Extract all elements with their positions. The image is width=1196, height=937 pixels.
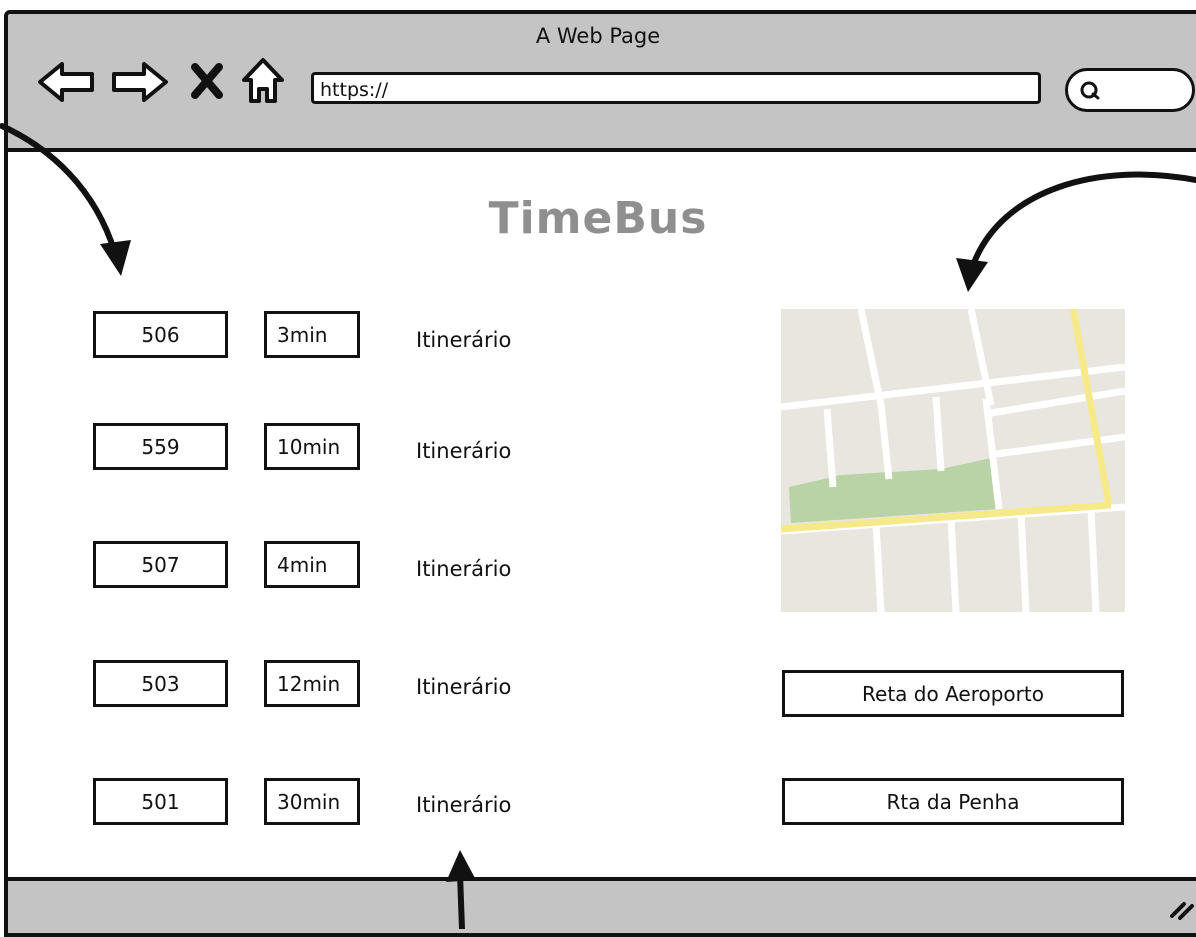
window-title: A Web Page [535,24,661,48]
itinerary-link[interactable]: Itinerário [416,436,511,466]
eta-badge: 12min [264,660,360,707]
eta-badge: 30min [264,778,360,825]
route-button[interactable]: 503 [93,660,228,707]
route-button[interactable]: 506 [93,311,228,358]
arrow-left-icon[interactable] [36,60,98,104]
route-button[interactable]: 501 [93,778,228,825]
route-button[interactable]: 507 [93,541,228,588]
annotation-arrow-icon [0,118,140,278]
close-icon[interactable] [190,62,224,100]
eta-badge: 10min [264,423,360,470]
itinerary-link[interactable]: Itinerário [416,554,511,584]
itinerary-link[interactable]: Itinerário [416,325,511,355]
resize-grip-icon[interactable] [1168,896,1194,920]
home-icon[interactable] [240,56,286,106]
annotation-arrow-icon [950,168,1196,298]
map[interactable] [781,309,1125,612]
itinerary-link[interactable]: Itinerário [416,672,511,702]
eta-badge: 3min [264,311,360,358]
annotation-arrow-icon [438,846,484,929]
eta-badge: 4min [264,541,360,588]
stop-button[interactable]: Rta da Penha [782,778,1124,825]
stop-button[interactable]: Reta do Aeroporto [782,670,1124,717]
url-input[interactable]: https:// [311,72,1041,104]
route-button[interactable]: 559 [93,423,228,470]
search-icon[interactable] [1079,80,1103,102]
arrow-right-icon[interactable] [108,60,170,104]
status-bar [4,877,1196,937]
itinerary-link[interactable]: Itinerário [416,790,511,820]
